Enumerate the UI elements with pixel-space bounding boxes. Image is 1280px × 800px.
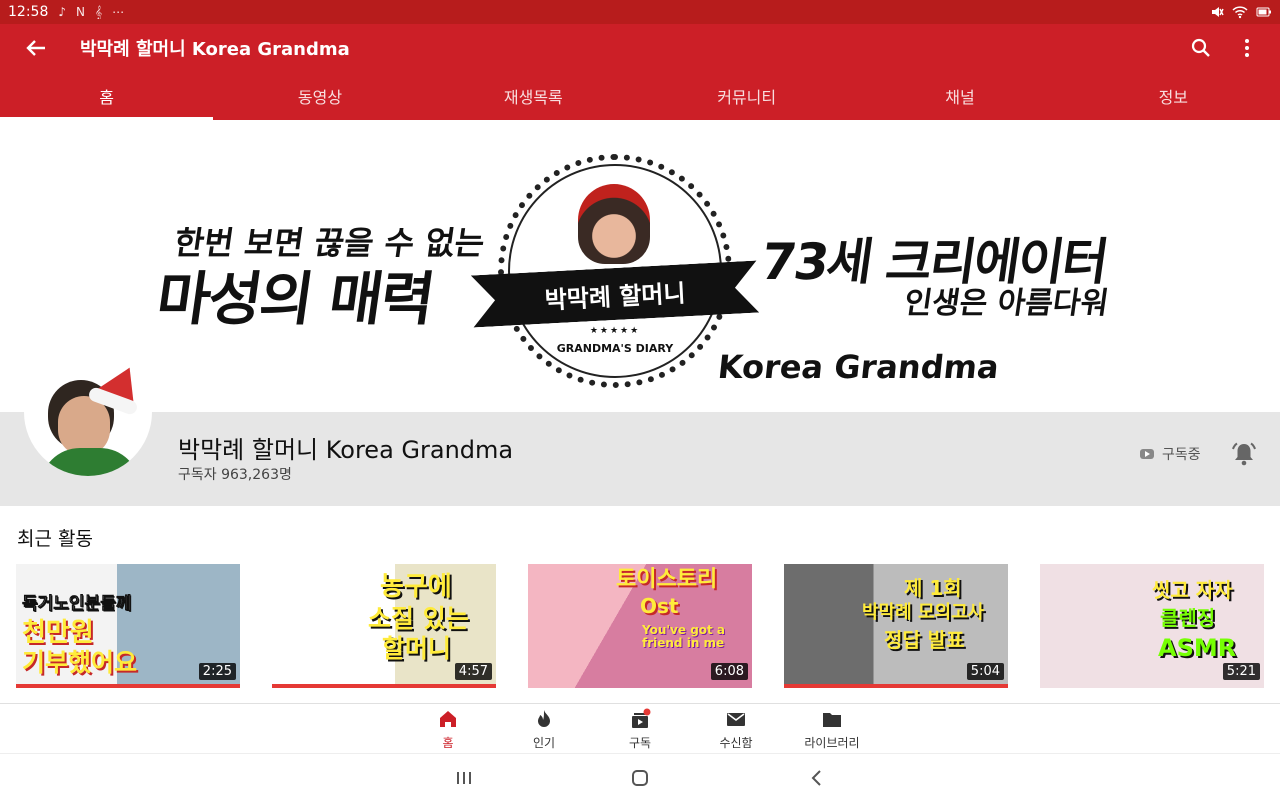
video-caption-3: 정답 발표 — [884, 628, 965, 652]
nav-home-label: 홈 — [442, 736, 454, 750]
nav-subscriptions-label: 구독 — [628, 736, 652, 750]
tab-home[interactable]: 홈 — [0, 72, 214, 120]
mail-icon — [727, 713, 745, 726]
notification-bell-button[interactable] — [1230, 440, 1258, 468]
more-notifications-icon: ⋯ — [112, 4, 125, 19]
recent-apps-button[interactable] — [452, 766, 476, 790]
nav-library[interactable]: 라이브러리 — [784, 708, 880, 751]
more-vert-icon — [1245, 39, 1249, 57]
banner-right-line2: 인생은 아름다워 — [902, 286, 1111, 321]
subscriptions-icon — [632, 708, 651, 728]
avatar[interactable] — [24, 348, 152, 476]
watch-progress — [16, 684, 240, 688]
nav-inbox[interactable]: 수신함 — [688, 708, 784, 751]
avatar-face — [58, 396, 110, 456]
video-thumbnail[interactable]: 독거노인분들께 천만원 기부했어요 2:25 — [16, 564, 240, 688]
channel-logo: 박막례 할머니 ★★★★★ GRANDMA'S DIARY — [498, 154, 732, 388]
channel-tabs: 홈 동영상 재생목록 커뮤니티 채널 정보 — [0, 72, 1280, 120]
nav-trending[interactable]: 인기 — [496, 708, 592, 751]
nav-trending-label: 인기 — [532, 736, 556, 750]
status-time: 12:58 — [8, 4, 49, 20]
video-caption-3: ASMR — [1158, 634, 1237, 662]
fire-icon — [538, 710, 550, 727]
video-duration: 4:57 — [454, 663, 492, 680]
notification-icon: N — [76, 4, 86, 19]
arrow-back-icon — [26, 40, 45, 56]
logo-stars: ★★★★★ — [589, 326, 641, 336]
video-caption-2: 소질 있는 — [368, 604, 469, 633]
video-caption-2: 박막례 모의고사 — [862, 602, 985, 623]
channel-name: 박막례 할머니 Korea Grandma — [178, 436, 514, 464]
logo-diary-text: GRANDMA'S DIARY — [556, 342, 674, 355]
nav-inbox-label: 수신함 — [719, 736, 753, 750]
logo-portrait — [578, 184, 650, 264]
search-button[interactable] — [1186, 33, 1216, 63]
back-button[interactable] — [0, 24, 72, 72]
video-caption-3: 기부했어요 — [22, 648, 138, 677]
video-caption-1: 토이스토리 — [616, 567, 718, 592]
video-caption-2: 클렌징 — [1160, 606, 1216, 630]
video-caption-1: 제 1회 — [904, 576, 962, 600]
system-navigation-bar — [0, 753, 1280, 800]
chevron-left-icon — [811, 770, 821, 786]
video-thumbnail[interactable]: 농구에 소질 있는 할머니 4:57 — [272, 564, 496, 688]
home-square-icon — [632, 770, 648, 786]
home-system-button[interactable] — [628, 766, 652, 790]
status-right-icons — [1210, 5, 1272, 19]
channel-banner: 한번 보면 끊을 수 없는 마성의 매력 박막례 할머니 ★★★★★ GRAND… — [0, 120, 1280, 412]
section-title: 최근 활동 — [17, 528, 93, 550]
wifi-icon — [1232, 6, 1248, 19]
recent-videos: 독거노인분들께 천만원 기부했어요 2:25 농구에 소질 있는 할머니 4:5… — [16, 564, 1264, 688]
video-caption-3: 할머니 — [382, 634, 452, 663]
subscribed-button[interactable]: 구독중 — [1140, 444, 1201, 464]
tab-about[interactable]: 정보 — [1067, 72, 1280, 120]
app-bar-actions — [1186, 33, 1280, 63]
subscriber-count: 구독자 963,263명 — [178, 467, 292, 483]
status-bar: 12:58 ♪ N 𝄞 ⋯ — [0, 0, 1280, 24]
banner-english-title: Korea Grandma — [716, 348, 1001, 386]
recents-icon — [457, 772, 471, 784]
video-caption-3: You've got a friend in me — [642, 623, 726, 650]
bell-icon — [1232, 442, 1256, 466]
mute-icon — [1212, 7, 1224, 17]
app-bar-title: 박막례 할머니 Korea Grandma — [80, 39, 350, 60]
video-caption-1: 농구에 — [380, 572, 452, 602]
app-icon: 𝄞 — [95, 4, 103, 19]
battery-icon — [1256, 7, 1271, 17]
home-icon — [440, 711, 456, 727]
watch-progress — [272, 684, 496, 688]
video-caption-2: Ost — [640, 594, 679, 618]
video-duration: 6:08 — [710, 663, 748, 680]
video-thumbnail[interactable]: 씻고 자자 클렌징 ASMR 5:21 — [1040, 564, 1264, 688]
search-icon — [1191, 38, 1210, 57]
more-options-button[interactable] — [1232, 33, 1262, 63]
nav-home[interactable]: 홈 — [400, 708, 496, 751]
video-duration: 5:04 — [966, 663, 1004, 680]
ribbon-text: 박막례 할머니 — [544, 278, 687, 315]
video-thumbnail[interactable]: 제 1회 박막례 모의고사 정답 발표 5:04 — [784, 564, 1008, 688]
watch-progress — [784, 684, 1008, 688]
app-bar: 박막례 할머니 Korea Grandma — [0, 24, 1280, 72]
tab-community[interactable]: 커뮤니티 — [640, 72, 853, 120]
video-caption-1: 독거노인분들께 — [22, 594, 132, 614]
tab-videos[interactable]: 동영상 — [213, 72, 426, 120]
video-caption-1: 씻고 자자 — [1152, 578, 1233, 602]
avatar-shirt — [40, 448, 140, 476]
video-caption-2: 천만원 — [22, 618, 94, 648]
bottom-navigation: 홈 인기 구독 수신함 라이브러리 — [0, 703, 1280, 753]
banner-left-line2: 마성의 매력 — [152, 265, 438, 333]
folder-icon — [823, 713, 841, 727]
video-thumbnail[interactable]: 토이스토리 Ost You've got a friend in me 6:08 — [528, 564, 752, 688]
subscribed-label: 구독중 — [1162, 447, 1201, 463]
back-system-button[interactable] — [804, 766, 828, 790]
tab-playlists[interactable]: 재생목록 — [427, 72, 640, 120]
video-duration: 5:21 — [1222, 663, 1260, 680]
video-duration: 2:25 — [198, 663, 236, 680]
nav-subscriptions[interactable]: 구독 — [592, 708, 688, 751]
nav-library-label: 라이브러리 — [804, 736, 860, 750]
music-icon: ♪ — [58, 4, 67, 19]
youtube-icon — [1140, 449, 1154, 459]
tab-channels[interactable]: 채널 — [853, 72, 1066, 120]
status-icons: ♪ N 𝄞 ⋯ — [58, 5, 124, 20]
